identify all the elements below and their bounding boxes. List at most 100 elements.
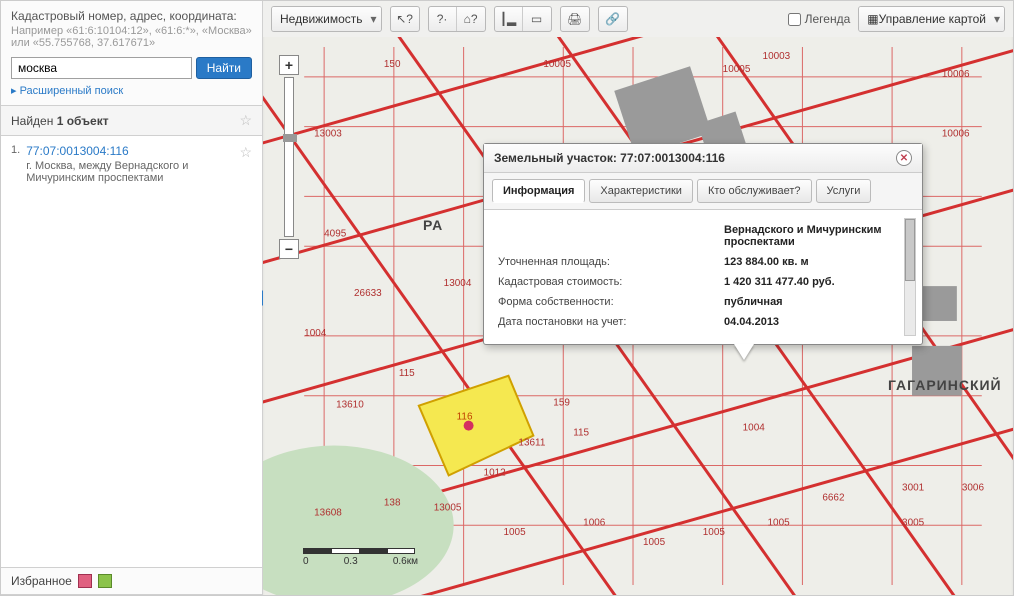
svg-text:1004: 1004 [743, 423, 766, 434]
print-icon[interactable]: 🖨 [561, 7, 589, 31]
popup-scrollbar[interactable] [904, 218, 916, 336]
result-star-icon[interactable]: ☆ [239, 144, 252, 184]
result-address: г. Москва, между Вернадского и Мичуринск… [26, 160, 233, 184]
scale-label-1: 0.3 [344, 556, 358, 567]
svg-text:10003: 10003 [763, 51, 791, 62]
scale-label-0: 0 [303, 556, 309, 567]
search-input[interactable] [11, 57, 192, 79]
info-value-date: 04.04.2013 [724, 316, 894, 328]
map-manage-dropdown[interactable]: ▦ Управление картой [859, 7, 1004, 31]
info-label-ownership: Форма собственности: [498, 296, 724, 308]
results-header: Найден 1 объект ☆ [1, 106, 262, 136]
svg-text:10005: 10005 [543, 59, 571, 70]
svg-text:1004: 1004 [304, 328, 327, 339]
popup-header: Земельный участок: 77:07:0013004:116 ✕ [484, 144, 922, 173]
results-count: Найден 1 объект [11, 114, 109, 128]
popup-tabs: Информация Характеристики Кто обслуживае… [484, 173, 922, 210]
svg-text:13005: 13005 [434, 502, 462, 513]
info-value-ownership: публичная [724, 296, 894, 308]
popup-body: Вернадского и Мичуринским проспектами Ут… [484, 210, 922, 344]
scale-bar: 0 0.3 0.6км [303, 548, 418, 567]
svg-text:13611: 13611 [518, 438, 545, 449]
layer-dropdown-label: Недвижимость [280, 12, 363, 26]
tab-characteristics[interactable]: Характеристики [589, 179, 693, 203]
zoom-out-button[interactable]: − [279, 239, 299, 259]
svg-text:4095: 4095 [324, 228, 347, 239]
svg-text:115: 115 [399, 368, 415, 379]
svg-text:3006: 3006 [962, 482, 985, 493]
svg-text:1005: 1005 [503, 527, 526, 538]
favorites-label: Избранное [11, 574, 72, 588]
svg-text:13608: 13608 [314, 507, 342, 518]
svg-text:3001: 3001 [902, 482, 925, 493]
svg-text:116: 116 [457, 412, 473, 423]
link-icon[interactable]: 🔗 [599, 7, 627, 31]
search-panel: Кадастровый номер, адрес, координата: На… [1, 1, 262, 106]
advanced-search-link[interactable]: Расширенный поиск [11, 85, 123, 97]
popup-tail-icon [734, 344, 754, 360]
district-label-gagarinskiy: ГАГАРИНСКИЙ [888, 377, 1002, 393]
info-label-date: Дата постановки на учет: [498, 316, 724, 328]
tab-services2[interactable]: Услуги [816, 179, 872, 203]
result-item: 1. 77:07:0013004:116 г. Москва, между Ве… [1, 136, 262, 192]
help-tool-icon[interactable]: ?· [429, 7, 457, 31]
scale-label-2: 0.6км [393, 556, 418, 567]
measure-line-icon[interactable]: ┃▂ [495, 7, 523, 31]
search-button[interactable]: Найти [196, 57, 252, 79]
svg-text:6662: 6662 [822, 492, 845, 503]
info-value-area: 123 884.00 кв. м [724, 256, 894, 268]
popup-close-button[interactable]: ✕ [896, 150, 912, 166]
svg-text:1012: 1012 [484, 467, 507, 478]
info-label-area: Уточненная площадь: [498, 256, 724, 268]
favorite-star-icon[interactable]: ☆ [239, 112, 252, 129]
map-manage-label: Управление картой [879, 12, 986, 26]
svg-text:13610: 13610 [336, 400, 364, 411]
info-value-cost: 1 420 311 477.40 руб. [724, 276, 894, 288]
sidebar: Кадастровый номер, адрес, координата: На… [1, 1, 263, 595]
toolbar: Недвижимость ↖? ?· ⌂? ┃▂ ▭ 🖨 🔗 Лег [267, 5, 1009, 33]
parcel-popup: Земельный участок: 77:07:0013004:116 ✕ И… [483, 143, 923, 345]
district-label-ra: РА [423, 217, 443, 233]
svg-text:115: 115 [573, 428, 589, 439]
search-title: Кадастровый номер, адрес, координата: [11, 9, 252, 23]
tab-service[interactable]: Кто обслуживает? [697, 179, 812, 203]
svg-text:3005: 3005 [902, 517, 925, 528]
info-tool-icon[interactable]: ⌂? [457, 7, 485, 31]
zoom-in-button[interactable]: + [279, 55, 299, 75]
svg-text:159: 159 [553, 398, 570, 409]
favorites-bar: Избранное [1, 567, 262, 595]
legend-label: Легенда [805, 12, 851, 26]
map-area: Недвижимость ↖? ?· ⌂? ┃▂ ▭ 🖨 🔗 Лег [263, 1, 1013, 595]
popup-scrollbar-thumb[interactable] [905, 219, 915, 281]
svg-text:150: 150 [384, 59, 401, 70]
result-number: 1. [11, 144, 20, 184]
svg-text:1005: 1005 [768, 517, 791, 528]
zoom-control: + − [279, 55, 299, 259]
search-hint: Например «61:6:10104:12», «61:6:*», «Мос… [11, 25, 252, 49]
pointer-tool-icon[interactable]: ↖? [391, 7, 419, 31]
results-count-prefix: Найден [11, 114, 57, 128]
result-link[interactable]: 77:07:0013004:116 [26, 144, 233, 158]
popup-address: Вернадского и Мичуринским проспектами [724, 224, 894, 248]
layer-dropdown[interactable]: Недвижимость [272, 7, 381, 31]
svg-text:26633: 26633 [354, 288, 382, 299]
favorites-export-icon[interactable] [98, 574, 112, 588]
svg-text:13003: 13003 [314, 129, 342, 140]
zoom-slider-thumb[interactable] [283, 134, 297, 142]
svg-text:10005: 10005 [723, 64, 751, 75]
zoom-slider-track[interactable] [284, 77, 294, 237]
tab-info[interactable]: Информация [492, 179, 585, 203]
legend-checkbox[interactable]: Легенда [788, 12, 851, 26]
svg-text:1005: 1005 [643, 537, 666, 548]
svg-text:138: 138 [384, 497, 401, 508]
results-count-value: 1 объект [57, 114, 109, 128]
favorites-delete-icon[interactable] [78, 574, 92, 588]
svg-text:10006: 10006 [942, 69, 970, 80]
svg-text:10006: 10006 [942, 129, 970, 140]
measure-area-icon[interactable]: ▭ [523, 7, 551, 31]
legend-checkbox-input[interactable] [788, 13, 801, 26]
svg-text:13004: 13004 [444, 278, 472, 289]
popup-title: Земельный участок: 77:07:0013004:116 [494, 151, 725, 165]
svg-text:1005: 1005 [703, 527, 726, 538]
info-label-cost: Кадастровая стоимость: [498, 276, 724, 288]
